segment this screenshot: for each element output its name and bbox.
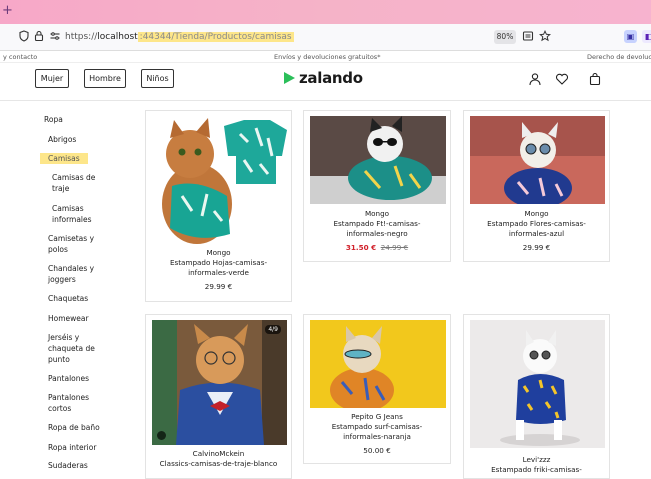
product-image[interactable]: [310, 320, 446, 408]
gender-button-mujer[interactable]: Mujer: [35, 69, 69, 88]
product-card[interactable]: Mongo Estampado Ft!-camisas-informales-n…: [303, 110, 451, 262]
sidebar-item-chandales[interactable]: Chandales y joggers: [48, 263, 98, 285]
url-host: localhost: [97, 32, 138, 42]
zoom-level[interactable]: 80%: [494, 30, 516, 44]
product-brand: Pepito G Jeans: [351, 412, 403, 421]
sidebar-item-pantalones[interactable]: Pantalones: [48, 373, 89, 384]
shopping-bag-icon[interactable]: [588, 71, 602, 86]
product-card[interactable]: 4/9 CalvinoMckein Classics-camisas-de-tr…: [145, 314, 292, 479]
product-name: Estampado Hojas-camisas-informales-verde: [169, 258, 268, 277]
product-card[interactable]: Mongo Estampado Hojas-camisas-informales…: [145, 110, 292, 302]
product-image[interactable]: [310, 116, 446, 204]
product-image[interactable]: [152, 116, 287, 246]
product-brand: Mongo: [206, 248, 231, 257]
url-scheme: https://: [65, 32, 98, 42]
product-name: Estampado friki-camisas-: [491, 465, 582, 474]
lock-icon[interactable]: [32, 30, 46, 44]
product-card[interactable]: Pepito G Jeans Estampado surf-camisas-in…: [303, 314, 451, 464]
cat-photo-icon: [152, 320, 287, 445]
sidebar-item-jerseis[interactable]: Jerséis y chaqueta de punto: [48, 332, 98, 365]
promo-shipping: Envíos y devoluciones gratuitos*: [274, 53, 381, 61]
product-card[interactable]: Levi'zzz Estampado friki-camisas-: [463, 314, 610, 479]
product-brand: Levi'zzz: [522, 455, 551, 464]
new-tab-icon[interactable]: +: [2, 3, 13, 19]
product-image[interactable]: [470, 116, 605, 204]
product-brand: CalvinoMckein: [192, 449, 245, 458]
product-image[interactable]: [470, 320, 605, 448]
tune-icon[interactable]: [48, 30, 62, 44]
gender-button-hombre[interactable]: Hombre: [84, 69, 126, 88]
promo-returns[interactable]: Derecho de devoluci: [587, 51, 651, 63]
url-path: :44344/Tienda/Productos/camisas: [137, 32, 294, 42]
sidebar-item-ropa[interactable]: Ropa: [44, 114, 63, 125]
cat-photo-icon: [310, 320, 446, 408]
zalando-logo[interactable]: zalando: [283, 69, 363, 87]
cat-photo-icon: [152, 116, 287, 246]
shield-icon[interactable]: [17, 30, 31, 44]
logo-text: zalando: [299, 69, 363, 87]
product-sale-price: 31.50 €: [345, 243, 377, 252]
product-image[interactable]: 4/9: [152, 320, 287, 445]
sidebar-item-abrigos[interactable]: Abrigos: [48, 134, 76, 145]
sidebar-item-chaquetas[interactable]: Chaquetas: [48, 293, 88, 304]
cat-photo-icon: [470, 320, 605, 448]
extension-icon[interactable]: ▣: [624, 30, 637, 43]
image-count-badge: 4/9: [265, 325, 281, 334]
category-sidebar: Ropa Abrigos Camisas Camisas de traje Ca…: [0, 102, 140, 473]
wishlist-heart-icon[interactable]: [555, 71, 569, 85]
product-price-row: 31.50 € 24.99 €: [304, 243, 450, 253]
cat-photo-icon: [470, 116, 605, 204]
product-name: Estampado Flores-camisas-informales-azul: [487, 219, 586, 238]
sidebar-item-camisas-informales[interactable]: Camisas informales: [52, 203, 102, 225]
sidebar-item-pantalones-cortos[interactable]: Pantalones cortos: [48, 392, 98, 414]
sidebar-item-homewear[interactable]: Homewear: [48, 313, 89, 324]
product-price: 50.00 €: [363, 446, 391, 455]
product-old-price: 24.99 €: [380, 243, 409, 252]
sidebar-item-camisetas-y-polos[interactable]: Camisetas y polos: [48, 233, 103, 255]
extension-2-icon[interactable]: ◧: [642, 30, 651, 43]
sidebar-item-camisas-de-traje[interactable]: Camisas de traje: [52, 172, 102, 194]
product-price: 29.99 €: [522, 243, 551, 252]
cat-photo-icon: [310, 116, 446, 204]
promo-strip: y contacto Envíos y devoluciones gratuit…: [0, 51, 651, 63]
sidebar-item-camisas[interactable]: Camisas: [40, 153, 88, 164]
url-field[interactable]: https://localhost:44344/Tienda/Productos…: [65, 30, 294, 45]
bookmark-star-icon[interactable]: [538, 29, 552, 44]
product-name: Classics-camisas-de-traje-blanco: [159, 459, 278, 468]
sidebar-item-ropa-de-bano[interactable]: Ropa de baño: [48, 422, 100, 433]
product-price: 29.99 €: [204, 282, 233, 291]
browser-address-bar: https://localhost:44344/Tienda/Productos…: [0, 24, 651, 51]
zalando-logo-icon: [284, 72, 295, 84]
gender-button-ninos[interactable]: Niños: [141, 69, 174, 88]
sidebar-item-ropa-interior[interactable]: Ropa interior: [48, 442, 96, 453]
user-account-icon[interactable]: [528, 71, 542, 86]
view-360-icon[interactable]: [157, 431, 166, 440]
product-card[interactable]: Mongo Estampado Flores-camisas-informale…: [463, 110, 610, 262]
reader-view-icon[interactable]: [521, 30, 535, 44]
product-name: Estampado Ft!-camisas-informales-negro: [333, 219, 421, 238]
product-brand: Mongo: [524, 209, 549, 218]
sidebar-item-sudaderas[interactable]: Sudaderas: [48, 460, 88, 471]
promo-contact[interactable]: y contacto: [3, 51, 37, 63]
product-name: Estampado surf-camisas-informales-naranj…: [331, 422, 423, 441]
browser-tab-strip: +: [0, 0, 651, 24]
product-brand: Mongo: [364, 209, 390, 218]
site-header: Mujer Hombre Niños zalando: [0, 63, 651, 101]
